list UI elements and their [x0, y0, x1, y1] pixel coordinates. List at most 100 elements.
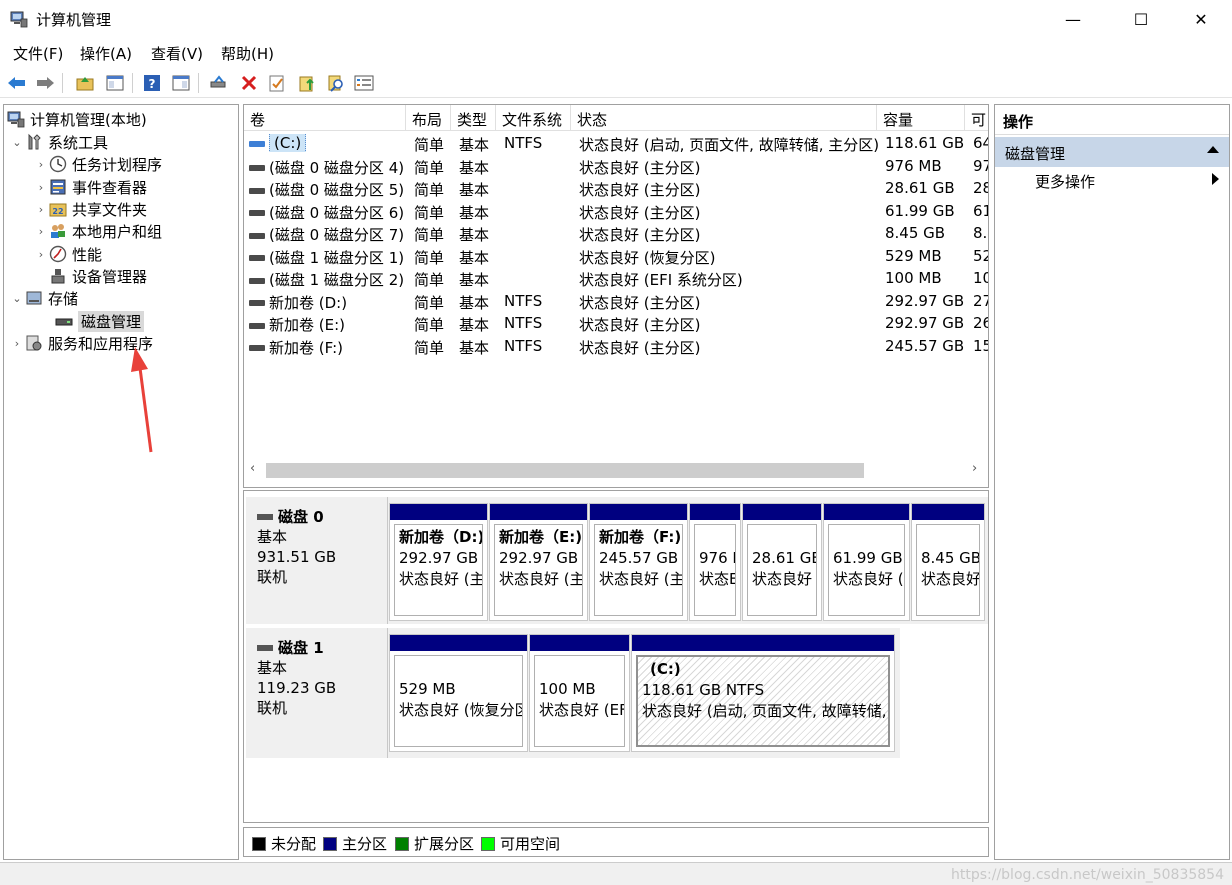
folder-up-icon[interactable]	[296, 72, 318, 94]
column-header-volume[interactable]: 卷	[244, 105, 406, 131]
scroll-right-icon[interactable]: ›	[972, 461, 977, 476]
column-header-type[interactable]: 类型	[451, 105, 496, 131]
volume-row[interactable]: (磁盘 0 磁盘分区 7) 简单基本 状态良好 (主分区) 8.45 GB 8.4	[244, 222, 988, 245]
cell-status: 状态良好 (主分区)	[579, 338, 701, 357]
more-actions-item[interactable]: 更多操作	[1035, 171, 1095, 192]
volume-row[interactable]: (磁盘 1 磁盘分区 1) 简单基本 状态良好 (恢复分区) 529 MB 52	[244, 245, 988, 268]
chevron-right-icon[interactable]: ›	[34, 248, 48, 261]
legend-extended: 扩展分区	[395, 833, 474, 854]
connect-drive-icon[interactable]	[208, 72, 230, 94]
volume-icon	[249, 300, 265, 306]
show-hide-tree-icon[interactable]	[104, 72, 126, 94]
scroll-left-icon[interactable]: ‹	[250, 461, 255, 476]
menu-action[interactable]: 操作(A)	[80, 43, 132, 64]
maximize-button[interactable]: ☐	[1118, 0, 1164, 38]
volume-row[interactable]: 新加卷 (F:) 简单基本 NTFS 状态良好 (主分区) 245.57 GB 15	[244, 335, 988, 358]
tree-root[interactable]: 计算机管理(本地)	[6, 108, 147, 130]
chevron-right-icon[interactable]: ›	[34, 181, 48, 194]
column-header-filesystem[interactable]: 文件系统	[496, 105, 571, 131]
properties-icon[interactable]	[266, 72, 288, 94]
performance-icon	[48, 244, 68, 264]
tree-item-task-scheduler[interactable]: › 任务计划程序	[34, 153, 162, 175]
volume-row[interactable]: (磁盘 0 磁盘分区 5) 简单基本 状态良好 (主分区) 28.61 GB 28	[244, 177, 988, 200]
volume-row[interactable]: (磁盘 1 磁盘分区 2) 简单基本 状态良好 (EFI 系统分区) 100 MB 10	[244, 267, 988, 290]
menu-file[interactable]: 文件(F)	[13, 43, 63, 64]
actions-section-disk-management[interactable]: 磁盘管理	[995, 137, 1229, 167]
list-view-icon[interactable]	[353, 72, 375, 94]
chevron-down-icon[interactable]: ⌄	[10, 292, 24, 305]
disk-1-state: 联机	[257, 699, 288, 717]
tree-item-event-viewer[interactable]: › 事件查看器	[34, 176, 147, 198]
actions-pane: 操作 磁盘管理 更多操作	[994, 104, 1230, 860]
tree-item-shared-folders[interactable]: › 22 共享文件夹	[34, 198, 147, 220]
watermark: https://blog.csdn.net/weixin_50835854	[950, 867, 1224, 883]
chevron-right-icon[interactable]: ›	[10, 337, 24, 350]
disk-1-kind: 基本	[257, 659, 288, 677]
cell-type: 基本	[459, 136, 490, 154]
up-folder-icon[interactable]	[74, 72, 96, 94]
submenu-arrow-icon[interactable]	[1212, 173, 1219, 185]
disk-1-header[interactable]: 磁盘 1 基本 119.23 GB 联机	[246, 628, 388, 758]
cell-layout: 简单	[414, 203, 445, 222]
tree-item-performance[interactable]: › 性能	[34, 243, 102, 265]
back-icon[interactable]	[6, 72, 28, 94]
partition-disk0-5[interactable]: 28.61 GE 状态良好	[742, 503, 822, 621]
show-hide-action-pane-icon[interactable]	[170, 72, 192, 94]
chevron-right-icon[interactable]: ›	[34, 203, 48, 216]
cell-volume: (磁盘 0 磁盘分区 4)	[249, 157, 404, 178]
partition-e[interactable]: 新加卷（E:) 292.97 GB I 状态良好 (主	[489, 503, 588, 621]
volume-row[interactable]: (C:) 简单 基本 NTFS 状态良好 (启动, 页面文件, 故障转储, 主分区) 11…	[244, 132, 988, 155]
horizontal-scrollbar[interactable]: ‹ ›	[244, 459, 988, 481]
tree-item-local-users[interactable]: › 本地用户和组	[34, 220, 162, 242]
partition-d[interactable]: 新加卷（D:) 292.97 GB I 状态良好 (主	[389, 503, 488, 621]
collapse-up-icon[interactable]	[1207, 146, 1219, 153]
disk-1-name: 磁盘 1	[278, 639, 324, 657]
tree-item-services-apps[interactable]: › 服务和应用程序	[10, 332, 153, 354]
partition-status: 状态良好 (主	[499, 570, 583, 588]
legend-primary: 主分区	[323, 833, 387, 854]
partition-f[interactable]: 新加卷（F:) 245.57 GB I 状态良好 (主	[589, 503, 688, 621]
minimize-button[interactable]: —	[1050, 0, 1096, 38]
navigation-tree: 计算机管理(本地) ⌄ 系统工具 › 任务计划程序 › 事件查看器 › 22 共…	[3, 104, 239, 860]
menu-view[interactable]: 查看(V)	[151, 43, 203, 64]
volume-row[interactable]: (磁盘 0 磁盘分区 4) 简单基本 状态良好 (主分区) 976 MB 97	[244, 155, 988, 178]
volume-row[interactable]: (磁盘 0 磁盘分区 6) 简单基本 状态良好 (主分区) 61.99 GB 61	[244, 200, 988, 223]
svg-text:22: 22	[52, 207, 63, 216]
forward-icon[interactable]	[34, 72, 56, 94]
menu-help[interactable]: 帮助(H)	[221, 43, 274, 64]
chevron-down-icon[interactable]: ⌄	[10, 136, 24, 149]
cell-free: 28	[973, 179, 988, 197]
close-button[interactable]: ✕	[1178, 0, 1224, 38]
help-icon[interactable]: ?	[141, 72, 163, 94]
cell-status: 状态良好 (主分区)	[579, 203, 701, 222]
delete-icon[interactable]	[238, 72, 260, 94]
column-header-capacity[interactable]: 容量	[877, 105, 965, 131]
partition-disk0-4[interactable]: 976 I 状态E	[689, 503, 741, 621]
tree-item-disk-management[interactable]: 磁盘管理	[54, 310, 145, 332]
partition-recovery[interactable]: 529 MB 状态良好 (恢复分区	[389, 634, 528, 752]
partition-disk0-6[interactable]: 61.99 GB 状态良好 (	[823, 503, 910, 621]
volume-row[interactable]: 新加卷 (D:) 简单基本 NTFS 状态良好 (主分区) 292.97 GB 27	[244, 290, 988, 313]
tree-item-system-tools[interactable]: ⌄ 系统工具	[10, 131, 108, 153]
partition-disk0-7[interactable]: 8.45 GB 状态良好	[911, 503, 985, 621]
partition-size: 292.97 GB I	[499, 549, 583, 567]
volume-row[interactable]: 新加卷 (E:) 简单基本 NTFS 状态良好 (主分区) 292.97 GB 26	[244, 312, 988, 335]
chevron-right-icon[interactable]: ›	[34, 158, 48, 171]
partition-status: 状态良好 (恢复分区	[399, 701, 523, 719]
scrollbar-thumb[interactable]	[266, 463, 864, 478]
volume-icon	[249, 345, 265, 351]
tree-item-storage[interactable]: ⌄ 存储	[10, 287, 78, 309]
legend-free-space: 可用空间	[481, 833, 560, 854]
partition-c[interactable]: (C:) 118.61 GB NTFS 状态良好 (启动, 页面文件, 故障转储, …	[631, 634, 895, 752]
chevron-right-icon[interactable]: ›	[34, 225, 48, 238]
disk-0-header[interactable]: 磁盘 0 基本 931.51 GB 联机	[246, 497, 388, 624]
partition-efi[interactable]: 100 MB 状态良好 (EF	[529, 634, 630, 752]
column-header-free[interactable]: 可	[965, 105, 988, 131]
toolbar: ?	[0, 68, 1232, 98]
search-icon[interactable]	[325, 72, 347, 94]
partition-status: 状态良好 (启动, 页面文件, 故障转储, 主	[642, 702, 890, 720]
primary-partition-bar	[390, 635, 527, 651]
tree-item-device-manager[interactable]: 设备管理器	[48, 265, 147, 287]
column-header-status[interactable]: 状态	[571, 105, 877, 131]
column-header-layout[interactable]: 布局	[406, 105, 451, 131]
